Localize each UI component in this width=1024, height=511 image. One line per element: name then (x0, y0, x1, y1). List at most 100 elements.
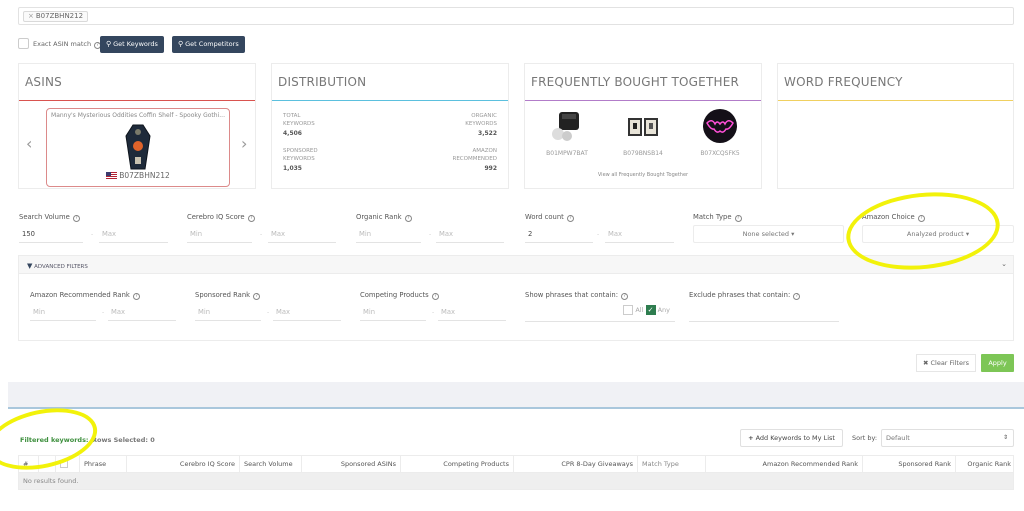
advanced-filters-header[interactable]: ▼ ADVANCED FILTERS ⌄ (19, 256, 1013, 274)
column-sponsored-rank[interactable]: Sponsored Rank (863, 456, 956, 473)
show-phrases-input[interactable]: All ✓ Any (525, 303, 675, 322)
apply-button[interactable]: Apply (981, 354, 1014, 372)
label-line: AMAZON (472, 148, 497, 154)
help-icon[interactable]: ? (917, 215, 925, 222)
search-icon: ⚲ (178, 40, 184, 48)
exact-asin-match-label: Exact ASIN match ? (33, 40, 102, 49)
help-icon[interactable]: ? (793, 293, 801, 300)
search-volume-max-input[interactable]: Max (99, 226, 168, 243)
table-header: # Phrase Cerebro IQ Score Search Volume … (18, 455, 1014, 473)
help-icon[interactable]: ? (132, 293, 140, 300)
word-frequency-card-rule (778, 100, 1013, 101)
cerebro-iq-max-input[interactable]: Max (268, 226, 336, 243)
column-search-volume[interactable]: Search Volume (240, 456, 302, 473)
select-all-checkbox[interactable] (60, 460, 68, 468)
competing-products-min-input[interactable]: Min (360, 304, 426, 321)
sort-by-value: Default (886, 434, 910, 442)
column-index[interactable]: # (19, 456, 39, 473)
column-organic-rank[interactable]: Organic Rank (956, 456, 1015, 473)
get-keywords-button[interactable]: ⚲ Get Keywords (100, 36, 164, 53)
amazon-rec-rank-max-input[interactable]: Max (108, 304, 176, 321)
label-text: Amazon Choice (862, 213, 915, 221)
chevron-left-icon[interactable]: ‹ (26, 134, 32, 153)
amazon-recommended-label: AMAZON RECOMMENDED (453, 147, 498, 163)
chevron-right-icon[interactable]: › (241, 134, 247, 153)
range-dash: - (429, 231, 432, 238)
remove-tag-icon[interactable]: × (28, 12, 34, 20)
exclude-phrases-label: Exclude phrases that contain: ? (689, 291, 801, 300)
help-icon[interactable]: ? (566, 215, 574, 222)
word-count-max-input[interactable]: Max (605, 226, 674, 243)
column-blank (39, 456, 56, 473)
sponsored-rank-min-input[interactable]: Min (195, 304, 261, 321)
asin-tag[interactable]: × B07ZBHN212 (23, 11, 89, 22)
fbt-item[interactable]: B07XCQSFK5 (690, 108, 750, 157)
close-icon: ✖ (922, 359, 929, 367)
amazon-choice-dropdown[interactable]: Analyzed product ▾ (862, 225, 1014, 243)
competing-products-max-input[interactable]: Max (438, 304, 506, 321)
fbt-item[interactable]: B079BNSB14 (613, 108, 673, 157)
chevron-down-icon[interactable]: ⌄ (1001, 260, 1007, 268)
sort-by-select[interactable]: Default ⇕ (881, 429, 1014, 447)
help-icon[interactable]: ? (253, 293, 261, 300)
exclude-phrases-input[interactable] (689, 303, 839, 322)
column-amazon-rec-rank[interactable]: Amazon Recommended Rank (706, 456, 863, 473)
distribution-card-title: DISTRIBUTION (278, 75, 367, 89)
label-text: Organic Rank (356, 213, 402, 221)
advanced-filters-text: ADVANCED FILTERS (34, 264, 88, 270)
column-cerebro-iq[interactable]: Cerebro IQ Score (127, 456, 240, 473)
help-icon[interactable]: ? (621, 293, 629, 300)
help-icon[interactable]: ? (247, 215, 255, 222)
search-volume-min-input[interactable]: 150 (19, 226, 83, 243)
fbt-item[interactable]: B01MPW7BAT (537, 108, 597, 157)
cerebro-iq-min-input[interactable]: Min (187, 226, 252, 243)
label-line: KEYWORDS (283, 121, 315, 127)
asin-search-input[interactable]: × B07ZBHN212 (18, 7, 1014, 25)
organic-keywords-label: ORGANIC KEYWORDS (465, 112, 497, 128)
competing-products-label: Competing Products ? (360, 291, 439, 300)
search-icon: ⚲ (106, 40, 112, 48)
amazon-rec-rank-min-input[interactable]: Min (30, 304, 96, 321)
label-line: KEYWORDS (465, 121, 497, 127)
all-checkbox[interactable] (623, 305, 634, 315)
add-keywords-to-list-button[interactable]: + Add Keywords to My List (740, 429, 843, 447)
help-icon[interactable]: ? (72, 215, 80, 222)
exact-asin-match-checkbox[interactable] (18, 38, 29, 49)
organic-rank-min-input[interactable]: Min (356, 226, 421, 243)
column-cpr-giveaways[interactable]: CPR 8-Day Giveaways (514, 456, 638, 473)
help-icon[interactable]: ? (734, 215, 742, 222)
caret-down-icon: ▾ (965, 230, 970, 238)
range-dash: - (102, 309, 105, 316)
label-text: Match Type (693, 213, 732, 221)
clear-filters-button[interactable]: ✖ Clear Filters (916, 354, 976, 372)
rows-selected-count: Rows Selected: 0 (92, 436, 155, 444)
filter-icon: ▼ (27, 262, 33, 270)
sponsored-rank-max-input[interactable]: Max (273, 304, 341, 321)
fbt-card: FREQUENTLY BOUGHT TOGETHER B01MPW7BAT B0… (524, 63, 762, 189)
show-phrases-label: Show phrases that contain: ? (525, 291, 629, 300)
fbt-asin: B079BNSB14 (623, 150, 663, 157)
sort-by-label: Sort by: (852, 434, 878, 442)
column-phrase[interactable]: Phrase (80, 456, 127, 473)
match-type-label: Match Type ? (693, 213, 742, 222)
column-competing-products[interactable]: Competing Products (401, 456, 514, 473)
caret-down-icon: ▾ (791, 230, 795, 238)
asins-card-rule (19, 100, 255, 101)
sponsored-rank-label: Sponsored Rank ? (195, 291, 261, 300)
column-sponsored-asins[interactable]: Sponsored ASINs (302, 456, 401, 473)
organic-rank-max-input[interactable]: Max (436, 226, 504, 243)
get-competitors-button[interactable]: ⚲ Get Competitors (172, 36, 245, 53)
asin-product-tile[interactable]: Manny's Mysterious Oddities Coffin Shelf… (46, 108, 230, 187)
help-icon[interactable]: ? (431, 293, 439, 300)
clear-filters-label: Clear Filters (930, 359, 970, 367)
word-frequency-card: WORD FREQUENCY (777, 63, 1014, 189)
column-select (56, 456, 80, 473)
any-checkbox[interactable]: ✓ (645, 305, 656, 315)
product-asin: B07ZBHN212 (47, 171, 229, 180)
column-match-type[interactable]: Match Type (638, 456, 706, 473)
view-all-fbt-link[interactable]: View all Frequently Bought Together (525, 172, 761, 178)
match-type-dropdown[interactable]: None selected ▾ (693, 225, 844, 243)
help-icon[interactable]: ? (404, 215, 412, 222)
word-count-min-input[interactable]: 2 (525, 226, 593, 243)
all-label: All (635, 306, 644, 314)
